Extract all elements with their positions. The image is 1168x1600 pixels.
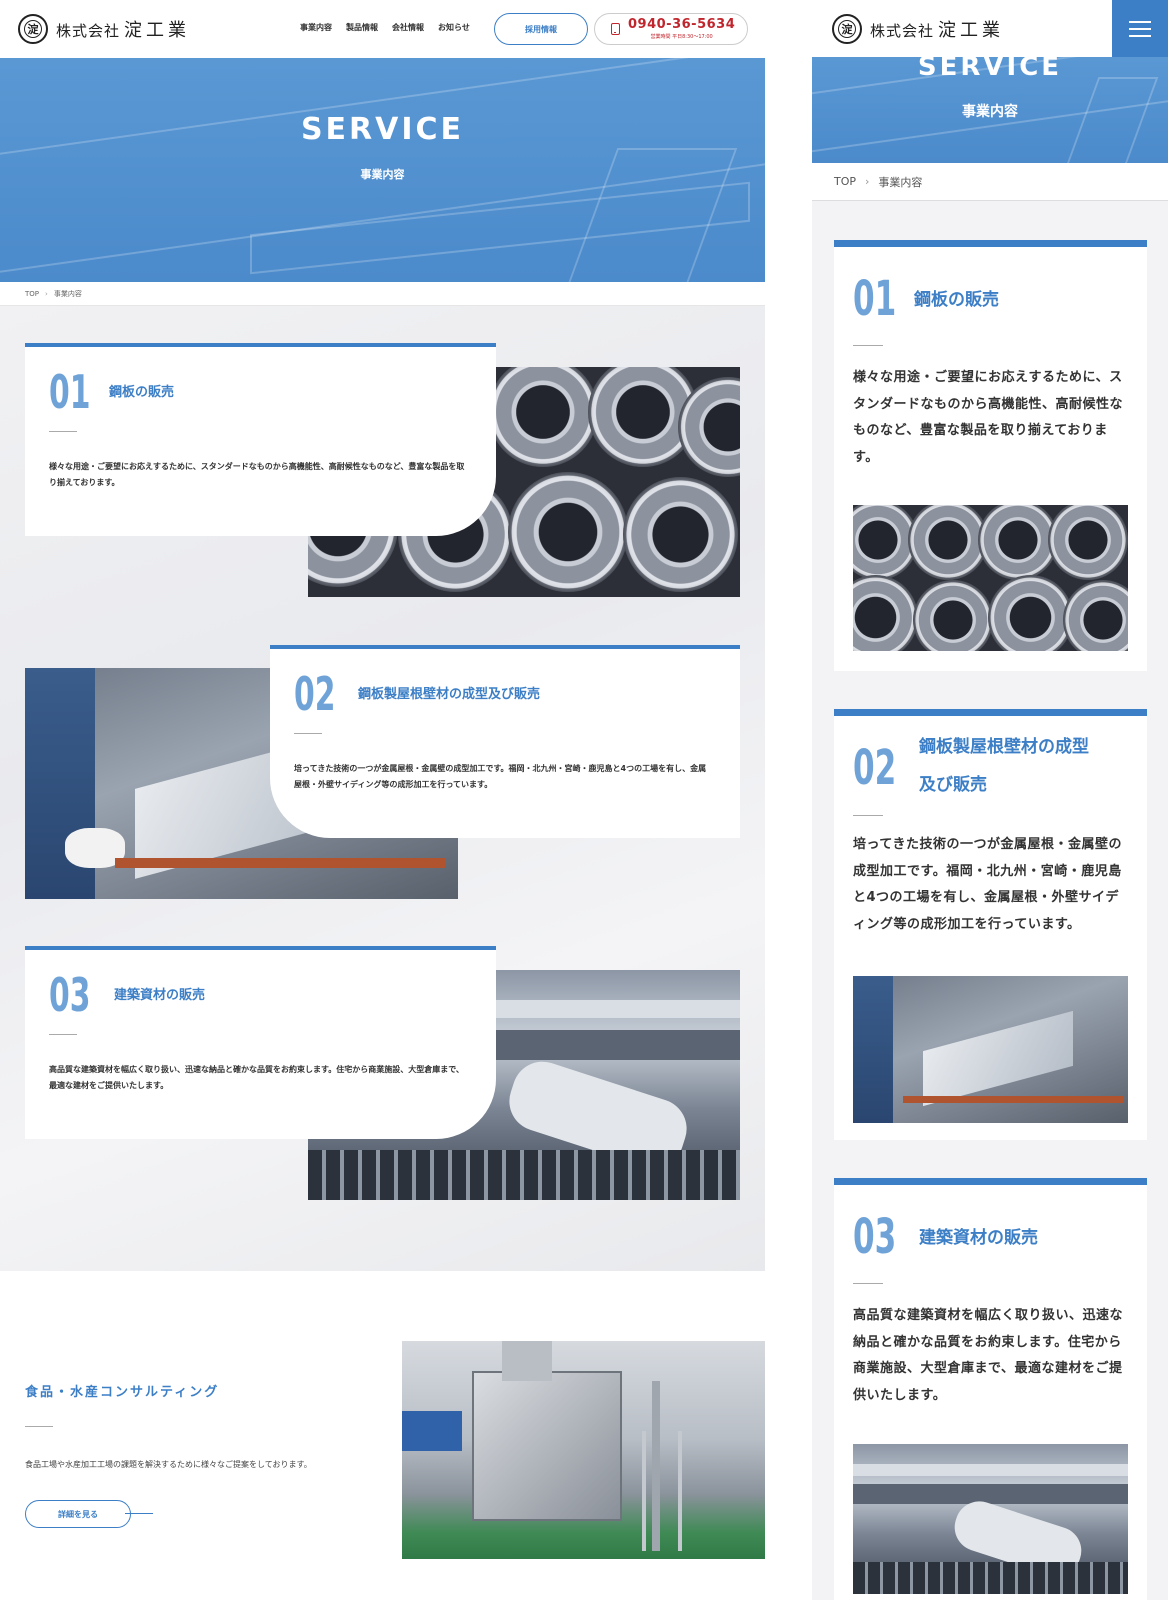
logo-seal-icon: 淀	[18, 14, 48, 44]
nav-item-service[interactable]: 事業内容	[300, 22, 332, 33]
details-button[interactable]: 詳細を見る	[25, 1500, 131, 1528]
nav-item-company[interactable]: 会社情報	[392, 22, 424, 33]
hamburger-menu-icon[interactable]	[1112, 0, 1168, 57]
service-number: 01	[853, 271, 897, 327]
page-hero: SERVICE 事業内容	[812, 57, 1168, 163]
service-card-03: 03 建築資材の販売 高品質な建築資材を幅広く取り扱い、迅速な納品と確かな品質を…	[834, 1178, 1147, 1600]
desktop-view: 淀 株式会社 淀工業 事業内容 製品情報 会社情報 お知らせ 採用情報 0940-…	[0, 0, 765, 1600]
service-title: 鋼板製屋根壁材の成型 及び販売	[919, 737, 1089, 795]
service-number: 02	[853, 740, 897, 796]
food-consulting-section: 食品・水産コンサルティング 食品工場や水産加工工場の課題を解決するために様々なご…	[0, 1271, 765, 1600]
breadcrumb: TOP › 事業内容	[812, 163, 1168, 201]
service-title: 鋼板製屋根壁材の成型及び販売	[358, 687, 541, 702]
service-number: 01	[49, 365, 91, 419]
company-name: 株式会社 淀工業	[56, 20, 191, 41]
breadcrumb: TOP › 事業内容	[0, 282, 765, 306]
global-nav: 事業内容 製品情報 会社情報 お知らせ	[300, 22, 470, 33]
service-description: 様々な用途・ご要望にお応えするために、スタンダードなものから高機能性、高耐候性な…	[853, 370, 1124, 465]
site-header: 淀 株式会社 淀工業 事業内容 製品情報 会社情報 お知らせ 採用情報 0940-…	[0, 0, 765, 58]
mobile-header: 淀 株式会社 淀工業	[812, 0, 1168, 57]
phone-button[interactable]: 0940-36-5634 営業時間 平日8:30〜17:00	[594, 13, 748, 45]
company-name: 株式会社 淀工業	[870, 20, 1005, 41]
page-hero: SERVICE 事業内容	[0, 58, 765, 282]
roof-panel-forming-photo	[853, 976, 1128, 1123]
service-card-03: 03 建築資材の販売 高品質な建築資材を幅広く取り扱い、迅速な納品と確かな品質を…	[25, 946, 496, 1139]
breadcrumb-current: 事業内容	[53, 289, 82, 298]
phone-icon	[611, 23, 620, 35]
service-title: 鋼板の販売	[109, 385, 175, 400]
service-card-02: 02 鋼板製屋根壁材の成型 及び販売 培ってきた技術の一つが金属屋根・金属壁の成…	[834, 709, 1147, 1140]
nav-item-products[interactable]: 製品情報	[346, 22, 378, 33]
service-list: 01 鋼板の販売 様々な用途・ご要望にお応えするために、スタンダードなものから高…	[0, 306, 765, 1271]
breadcrumb-home[interactable]: TOP	[834, 175, 856, 188]
food-consulting-description: 食品工場や水産加工工場の課題を解決するために様々なご提案をしております。	[25, 1460, 312, 1469]
phone-hours: 営業時間 平日8:30〜17:00	[650, 34, 713, 40]
service-card-01: 01 鋼板の販売 様々な用途・ご要望にお応えするために、スタンダードなものから高…	[834, 240, 1147, 671]
phone-number: 0940-36-5634	[628, 17, 736, 32]
hero-subtitle: 事業内容	[360, 168, 405, 181]
service-title: 建築資材の販売	[114, 988, 206, 1003]
service-number: 03	[49, 968, 91, 1022]
chevron-right-icon: ›	[45, 289, 48, 298]
service-description: 高品質な建築資材を幅広く取り扱い、迅速な納品と確かな品質をお約束します。住宅から…	[49, 1065, 464, 1090]
site-logo[interactable]: 淀 株式会社 淀工業	[18, 14, 190, 44]
chevron-right-icon: ›	[865, 175, 870, 188]
service-description: 高品質な建築資材を幅広く取り扱い、迅速な納品と確かな品質をお約束します。住宅から…	[853, 1308, 1124, 1403]
hero-subtitle: 事業内容	[962, 104, 1018, 120]
hero-title: SERVICE	[300, 112, 465, 147]
food-processing-machine-photo	[402, 1341, 765, 1559]
service-description: 培ってきた技術の一つが金属屋根・金属壁の成型加工です。福岡・北九州・宮崎・鹿児島…	[294, 764, 707, 789]
service-card-02: 02 鋼板製屋根壁材の成型及び販売 培ってきた技術の一つが金属屋根・金属壁の成型…	[270, 645, 740, 838]
service-description: 様々な用途・ご要望にお応えするために、スタンダードなものから高機能性、高耐候性な…	[49, 462, 465, 487]
service-title: 鋼板の販売	[914, 290, 999, 310]
service-title: 建築資材の販売	[919, 1228, 1038, 1248]
food-consulting-title: 食品・水産コンサルティング	[25, 1385, 220, 1400]
logo-seal-icon: 淀	[832, 14, 862, 44]
building-material-photo	[853, 1444, 1128, 1594]
breadcrumb-home[interactable]: TOP	[25, 290, 39, 298]
breadcrumb-current: 事業内容	[878, 175, 923, 189]
steel-coils-photo	[853, 505, 1128, 651]
site-logo[interactable]: 淀 株式会社 淀工業	[832, 14, 1004, 44]
mobile-view: 淀 株式会社 淀工業 SERVICE 事業内容 TOP › 事業内容 01 鋼板の…	[812, 0, 1168, 1600]
service-card-01: 01 鋼板の販売 様々な用途・ご要望にお応えするために、スタンダードなものから高…	[25, 343, 496, 536]
service-number: 02	[294, 667, 336, 721]
nav-item-news[interactable]: お知らせ	[438, 22, 470, 33]
hero-title: SERVICE	[917, 57, 1063, 82]
service-number: 03	[853, 1209, 897, 1265]
recruit-button[interactable]: 採用情報	[494, 13, 588, 45]
service-description: 培ってきた技術の一つが金属屋根・金属壁の成型加工です。福岡・北九州・宮崎・鹿児島…	[853, 837, 1122, 932]
arrow-line-icon	[125, 1513, 153, 1514]
